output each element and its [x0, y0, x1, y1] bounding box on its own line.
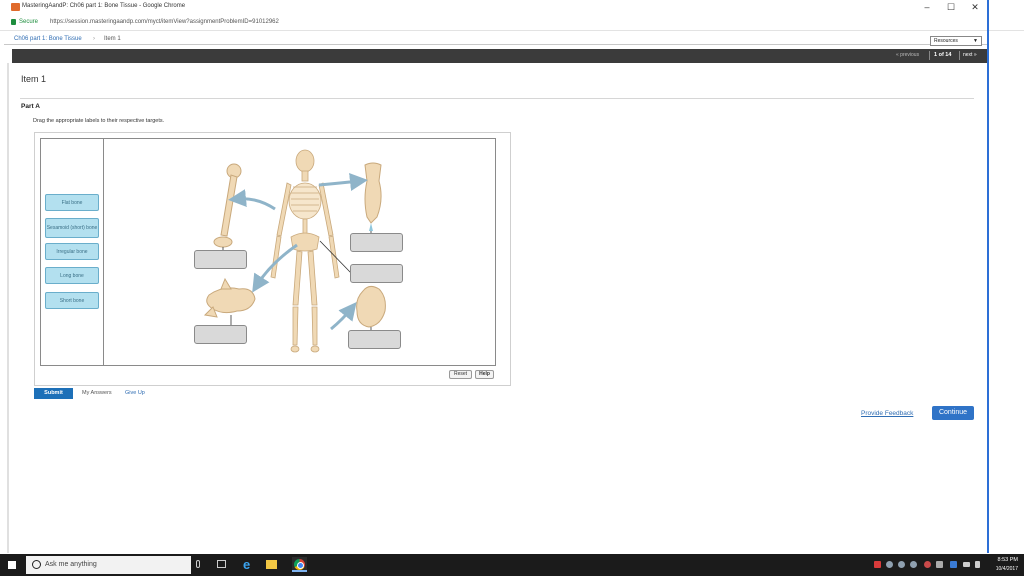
nav-divider: [959, 51, 960, 60]
part-label: Part A: [21, 103, 40, 110]
sync-tray-icon[interactable]: [910, 561, 917, 568]
label-irregular-bone[interactable]: Irregular bone: [45, 243, 99, 260]
cortana-icon: [32, 560, 41, 569]
search-placeholder: Ask me anything: [45, 561, 97, 568]
label-sesamoid-bone[interactable]: Sesamoid (short) bone: [45, 218, 99, 238]
drop-target-skeleton[interactable]: [350, 264, 403, 283]
arrow-to-short-bone: [330, 301, 357, 331]
secure-label: Secure: [19, 19, 39, 25]
microphone-icon[interactable]: [196, 560, 200, 568]
breadcrumb-current-item: Item 1: [104, 36, 121, 42]
label-long-bone[interactable]: Long bone: [45, 267, 99, 284]
continue-button[interactable]: Continue: [932, 406, 974, 420]
resources-label: Resources: [934, 38, 958, 44]
drop-target-irregular-bone[interactable]: [194, 325, 247, 344]
chrome-icon[interactable]: [292, 557, 307, 572]
task-view-icon[interactable]: [217, 560, 226, 568]
submit-button[interactable]: Submit: [34, 388, 73, 399]
network-tray-icon[interactable]: [936, 561, 943, 568]
edge-browser-icon[interactable]: e: [243, 558, 250, 572]
item-position: 1 of 14: [934, 52, 952, 58]
next-link[interactable]: next »: [963, 52, 977, 58]
flat-bone-image: [364, 162, 382, 231]
item-navigation-bar: [12, 49, 988, 63]
skeleton-figure: [270, 149, 340, 353]
lock-icon: [11, 19, 16, 25]
reset-button[interactable]: Reset: [449, 370, 472, 379]
irregular-bone-image: [203, 277, 256, 318]
item-title: Item 1: [21, 74, 47, 84]
chevron-down-icon: ▼: [973, 38, 978, 44]
breadcrumb-assignment-link[interactable]: Ch06 part 1: Bone Tissue: [14, 36, 82, 42]
volume-icon[interactable]: [975, 561, 980, 568]
arrow-to-flat-bone: [318, 173, 368, 191]
instructions: Drag the appropriate labels to their res…: [33, 118, 165, 124]
battery-icon[interactable]: [963, 562, 970, 567]
nav-divider: [929, 51, 930, 60]
cloud-tray-icon[interactable]: [886, 561, 893, 568]
breadcrumb-separator: ›: [93, 36, 95, 42]
site-favicon-icon: [11, 3, 20, 11]
provide-feedback-link[interactable]: Provide Feedback: [861, 410, 913, 417]
drop-target-short-bone[interactable]: [348, 330, 401, 349]
give-up-link[interactable]: Give Up: [125, 390, 145, 396]
label-short-bone[interactable]: Short bone: [45, 292, 99, 309]
clock-date[interactable]: 10/4/2017: [992, 566, 1018, 572]
resources-dropdown[interactable]: Resources ▼: [930, 36, 982, 46]
minimize-button[interactable]: –: [916, 1, 938, 13]
clock-time[interactable]: 8:53 PM: [992, 557, 1018, 563]
windows-start-icon[interactable]: [8, 561, 16, 569]
label-flat-bone[interactable]: Flat bone: [45, 194, 99, 211]
file-explorer-icon[interactable]: [266, 560, 277, 569]
page-left-edge: [7, 63, 9, 553]
help-button[interactable]: Help: [475, 370, 494, 379]
previous-link[interactable]: « previous: [896, 52, 919, 58]
shield-tray-icon[interactable]: [924, 561, 931, 568]
drop-target-flat-bone[interactable]: [350, 233, 403, 252]
cloud-tray-icon[interactable]: [898, 561, 905, 568]
acrobat-tray-icon[interactable]: [874, 561, 881, 568]
window-right-border: [987, 0, 989, 553]
divider: [20, 98, 974, 99]
app-tray-icon[interactable]: [950, 561, 957, 568]
my-answers-label: My Answers: [82, 390, 112, 396]
maximize-button[interactable]: ☐: [940, 1, 962, 13]
drop-target-long-bone[interactable]: [194, 250, 247, 269]
window-title: MasteringAandP: Ch06 part 1: Bone Tissue…: [22, 3, 186, 9]
short-bone-image: [356, 285, 386, 328]
long-bone-image: [213, 163, 242, 248]
arrow-to-long-bone: [228, 189, 276, 211]
url-text[interactable]: https://session.masteringaandp.com/myct/…: [50, 19, 279, 25]
close-button[interactable]: ✕: [964, 1, 986, 13]
skeleton-illustration: [203, 149, 386, 353]
breadcrumb: [4, 33, 987, 45]
